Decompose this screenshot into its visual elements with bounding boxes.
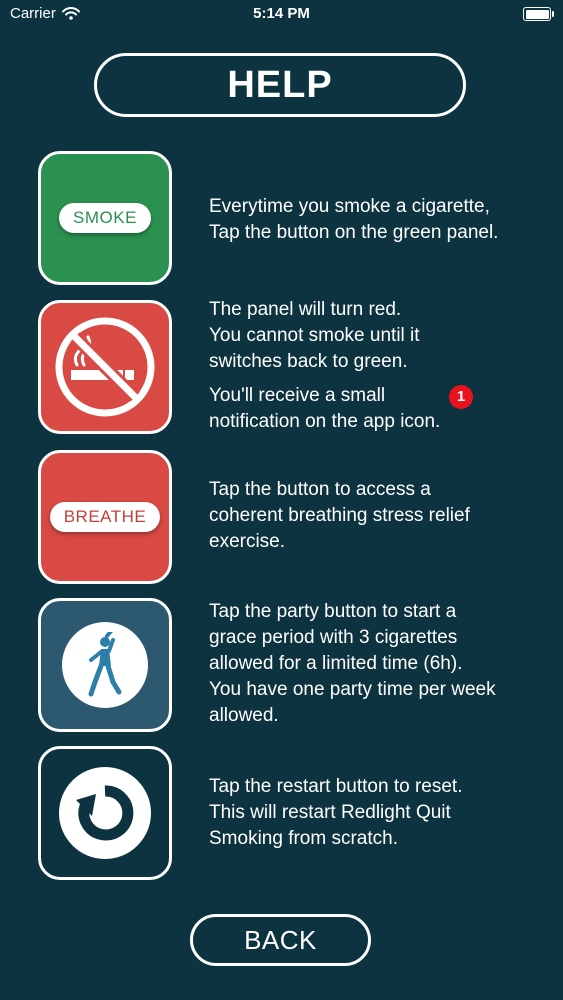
description-line: You cannot smoke until it — [209, 325, 420, 346]
back-button[interactable]: BACK — [190, 914, 371, 966]
description-line: Tap the party button to start a — [209, 601, 457, 622]
breathe-button-icon: BREATHE — [49, 502, 161, 532]
page-title: HELP — [94, 53, 466, 117]
description-line: grace period with 3 cigarettes — [209, 627, 458, 648]
description-line: This will restart Redlight Quit — [209, 802, 451, 823]
restart-icon — [76, 785, 134, 841]
description-line: allowed for a limited time (6h). — [209, 653, 463, 674]
description-line: allowed. — [209, 705, 279, 726]
red-panel-description: The panel will turn red. You cannot smok… — [209, 297, 473, 435]
smoke-tile: SMOKE — [38, 151, 172, 285]
smoke-description: Everytime you smoke a cigarette, Tap the… — [209, 194, 498, 246]
restart-button-circle — [59, 767, 151, 859]
description-line: Tap the button to access a — [209, 479, 431, 500]
battery-fill — [525, 9, 549, 19]
restart-tile — [38, 746, 172, 880]
battery-icon — [523, 7, 554, 21]
party-description: Tap the party button to start a grace pe… — [209, 599, 496, 729]
red-panel-tile — [38, 300, 172, 434]
description-line: Tap the restart button to reset. — [209, 776, 463, 797]
restart-description: Tap the restart button to reset. This wi… — [209, 774, 462, 852]
breathe-description: Tap the button to access a coherent brea… — [209, 477, 470, 555]
notification-badge: 1 — [449, 385, 473, 409]
description-line: switches back to green. — [209, 351, 408, 372]
party-tile — [38, 598, 172, 732]
description-line: Everytime you smoke a cigarette, — [209, 196, 490, 217]
description-line: exercise. — [209, 531, 286, 552]
description-line: The panel will turn red. — [209, 299, 402, 320]
status-bar: Carrier 5:14 PM — [0, 0, 563, 30]
description-text: You'll receive a small — [209, 385, 386, 406]
smoke-button-icon: SMOKE — [59, 203, 151, 233]
breathe-tile: BREATHE — [38, 450, 172, 584]
description-line: You have one party time per week — [209, 679, 496, 700]
description-line: You'll receive a small 1 — [209, 383, 473, 409]
party-button-circle — [62, 622, 148, 708]
party-dancer-icon — [88, 632, 122, 697]
status-time: 5:14 PM — [253, 5, 310, 22]
description-line: notification on the app icon. — [209, 411, 441, 432]
description-line: Tap the button on the green panel. — [209, 222, 499, 243]
description-line: coherent breathing stress relief — [209, 505, 470, 526]
description-line: Smoking from scratch. — [209, 828, 398, 849]
no-smoking-icon — [55, 317, 155, 417]
